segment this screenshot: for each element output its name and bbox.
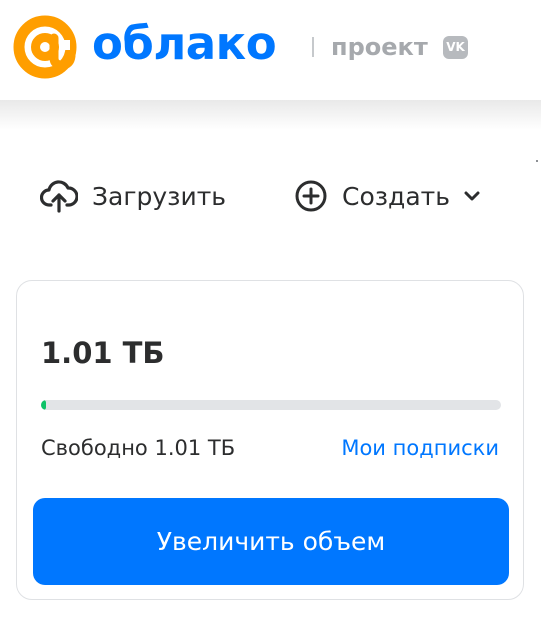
plus-circle-icon: [295, 180, 327, 212]
edge-dot: [536, 160, 538, 162]
storage-card: 1.01 ТБ Свободно 1.01 ТБ Мои подписки Ув…: [16, 280, 524, 600]
create-label: Создать: [342, 181, 450, 211]
vk-badge: VK: [443, 36, 468, 59]
storage-total: 1.01 ТБ: [41, 336, 165, 370]
logo-divider: [312, 37, 314, 57]
cloud-upload-icon: [40, 180, 78, 213]
storage-progress-fill: [41, 400, 46, 410]
storage-free-text: Свободно 1.01 ТБ: [41, 436, 236, 460]
create-button[interactable]: Создать: [294, 170, 480, 222]
header-shadow: [0, 100, 541, 130]
header: облако проект VK: [0, 0, 541, 104]
upload-label: Загрузить: [92, 181, 226, 211]
logo-at-icon[interactable]: [12, 14, 78, 80]
chevron-down-icon: [464, 191, 480, 201]
increase-storage-button[interactable]: Увеличить объем: [33, 498, 509, 585]
upload-button[interactable]: Загрузить: [40, 170, 226, 222]
project-label: проект: [331, 33, 428, 61]
storage-progress-bar: [41, 400, 501, 410]
my-subscriptions-link[interactable]: Мои подписки: [341, 433, 499, 463]
logo-text[interactable]: облако: [92, 14, 277, 74]
